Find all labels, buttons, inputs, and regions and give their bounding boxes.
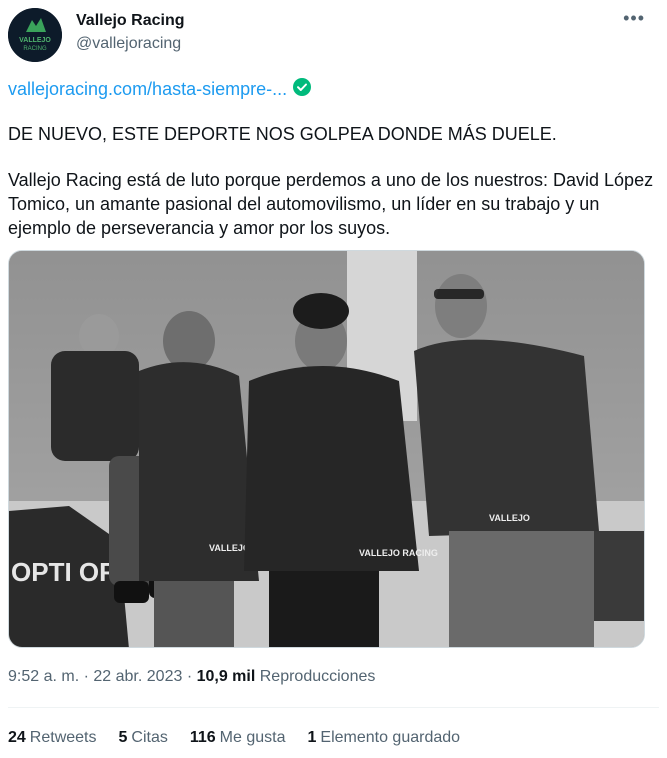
retweets-stat[interactable]: 24 Retweets — [8, 729, 97, 747]
tweet-link-row: vallejoracing.com/hasta-siempre-... — [8, 78, 312, 101]
account-name[interactable]: Vallejo Racing — [76, 12, 184, 30]
retweets-count: 24 — [8, 729, 26, 746]
bookmarks-count: 1 — [307, 729, 317, 746]
tweet-time[interactable]: 9:52 a. m. — [8, 668, 79, 685]
tweet-stats: 24 Retweets 5 Citas 116 Me gusta 1 Elemento … — [8, 729, 460, 747]
avatar[interactable]: VALLEJO RACING — [8, 8, 62, 62]
quotes-stat[interactable]: 5 Citas — [119, 729, 168, 747]
verified-check-icon — [293, 78, 312, 101]
svg-text:VALLEJO: VALLEJO — [209, 543, 250, 553]
likes-stat[interactable]: 116 Me gusta — [190, 729, 286, 747]
tweet-photo[interactable]: OPTI ORO VALLEJO VALLEJO RACING VALLEJO — [8, 250, 645, 648]
svg-text:VALLEJO: VALLEJO — [19, 37, 51, 44]
quotes-count: 5 — [118, 729, 128, 746]
quotes-label: Citas — [131, 729, 168, 746]
svg-text:VALLEJO: VALLEJO — [489, 513, 530, 523]
svg-text:RACING: RACING — [23, 46, 47, 52]
likes-count: 116 — [189, 729, 216, 746]
more-horizontal-icon[interactable]: ••• — [623, 8, 645, 29]
tweet-date[interactable]: 22 abr. 2023 — [93, 668, 182, 685]
bookmarks-stat[interactable]: 1 Elemento guardado — [307, 729, 460, 747]
account-handle[interactable]: @vallejoracing — [76, 35, 181, 53]
tweet-header: VALLEJO RACING Vallejo Racing @vallejora… — [8, 8, 659, 62]
views-count: 10,9 mil — [196, 668, 256, 685]
tweet-text-line1: DE NUEVO, ESTE DEPORTE NOS GOLPEA DONDE … — [8, 124, 557, 144]
retweets-label: Retweets — [29, 729, 97, 746]
divider — [8, 707, 659, 708]
tweet-text-body: Vallejo Racing está de luto porque perde… — [8, 170, 654, 238]
bookmarks-label: Elemento guardado — [320, 729, 461, 746]
svg-text:VALLEJO RACING: VALLEJO RACING — [359, 548, 438, 558]
tweet-link[interactable]: vallejoracing.com/hasta-siempre-... — [8, 79, 287, 100]
views-label: Reproducciones — [259, 668, 376, 685]
tweet-meta: 9:52 a. m. · 22 abr. 2023 · 10,9 mil Rep… — [8, 668, 376, 685]
likes-label: Me gusta — [219, 729, 286, 746]
